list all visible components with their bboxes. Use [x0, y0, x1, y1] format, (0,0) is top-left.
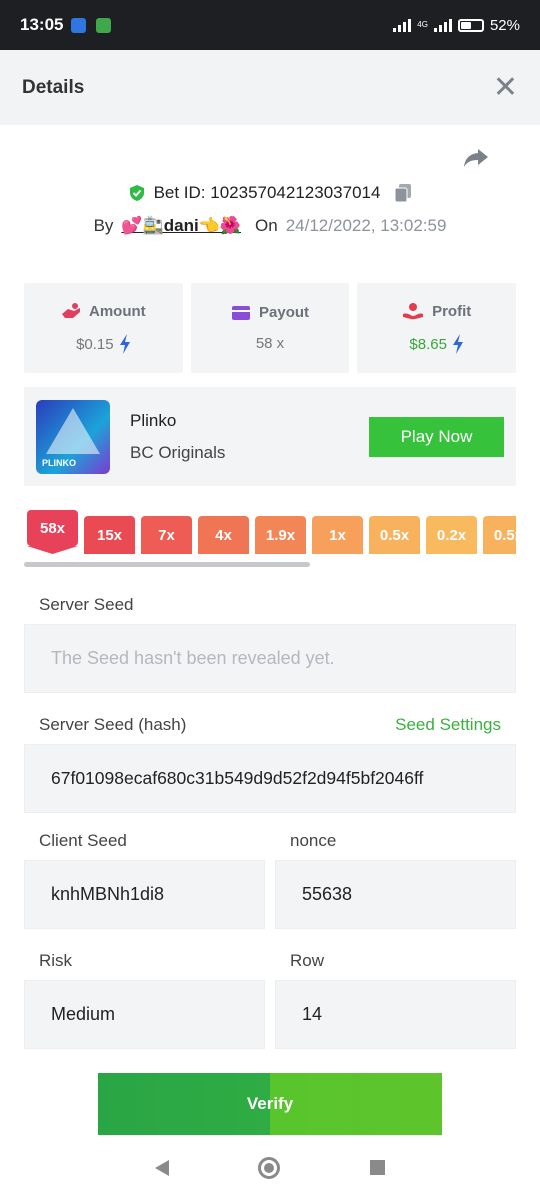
- multiplier-chip: 7x: [141, 516, 192, 554]
- message-notification-icon: [71, 17, 87, 33]
- bet-date: 24/12/2022, 13:02:59: [285, 216, 447, 235]
- bet-owner-row: By 💕🚉dani👈🌺 On 24/12/2022, 13:02:59: [0, 216, 540, 236]
- server-seed-hash-label: Server Seed (hash): [39, 715, 187, 734]
- multiplier-chip: 0.5x: [369, 516, 420, 554]
- payout-label: Payout: [259, 304, 310, 321]
- bet-details-content: Bet ID: 102357042123037014 By 💕🚉dani👈🌺 O…: [0, 125, 540, 1135]
- client-seed-label: Client Seed: [39, 831, 127, 850]
- battery-icon: [457, 18, 484, 32]
- row-label: Row: [290, 951, 325, 970]
- verified-shield-icon: [129, 185, 144, 201]
- wallet-icon: [232, 305, 250, 320]
- risk-label: Risk: [39, 951, 73, 970]
- server-seed-field: The Seed hasn't been revealed yet.: [24, 624, 516, 693]
- amount-label: Amount: [89, 302, 146, 320]
- row-field[interactable]: 14: [275, 980, 516, 1049]
- wifi-signal-icon: [393, 18, 412, 32]
- on-label: On: [255, 216, 278, 235]
- payout-card: Payout 58 x: [190, 283, 350, 373]
- payout-value: 58 x: [255, 335, 285, 352]
- nonce-field[interactable]: 55638: [275, 860, 516, 929]
- coin-hand-icon: [62, 303, 80, 318]
- battery-percent: 52%: [489, 16, 520, 34]
- bet-id: Bet ID: 102357042123037014: [153, 183, 381, 202]
- home-icon[interactable]: [258, 1156, 281, 1179]
- amount-value: $0.15: [76, 335, 114, 353]
- game-card: PLINKO Plinko BC Originals Play Now: [24, 387, 516, 486]
- server-seed-hash-field[interactable]: 67f01098ecaf680c31b549d9d52f2d94f5bf2046…: [24, 744, 516, 813]
- amount-card: Amount $0.15: [24, 283, 183, 373]
- lightning-icon: [452, 334, 463, 354]
- cellular-signal-icon: [433, 18, 452, 32]
- username-link[interactable]: 💕🚉dani👈🌺: [121, 216, 241, 236]
- client-seed-field[interactable]: knhMBNh1di8: [24, 860, 265, 929]
- play-now-button[interactable]: Play Now: [369, 416, 504, 457]
- horizontal-scrollbar[interactable]: [24, 562, 310, 567]
- bet-id-row: Bet ID: 102357042123037014: [0, 183, 540, 203]
- game-provider: BC Originals: [130, 442, 226, 462]
- network-type-label: 4G: [417, 20, 428, 29]
- game-name: Plinko: [130, 410, 177, 430]
- thumbnail-text: PLINKO: [42, 457, 77, 468]
- page-title: Details: [22, 76, 85, 98]
- lightning-icon: [119, 334, 130, 354]
- multiplier-strip[interactable]: 58x15x7x4x1.9x1x0.5x0.2x0.5x: [24, 510, 516, 556]
- profit-card: Profit $8.65: [357, 283, 517, 373]
- server-seed-label: Server Seed: [39, 595, 134, 614]
- plinko-thumbnail[interactable]: PLINKO: [36, 399, 110, 474]
- multiplier-chip: 1x: [312, 516, 363, 554]
- multiplier-chip: 4x: [198, 516, 249, 554]
- copy-icon[interactable]: [394, 183, 412, 203]
- verify-button[interactable]: Verify: [98, 1073, 442, 1135]
- risk-field[interactable]: Medium: [24, 980, 265, 1049]
- close-icon[interactable]: ✕: [493, 72, 518, 103]
- bet-stats: Amount $0.15 Payout 58 x Profit $8.65: [24, 283, 517, 373]
- seed-settings-link[interactable]: Seed Settings: [395, 715, 501, 735]
- by-label: By: [93, 216, 114, 235]
- multiplier-chip: 0.2x: [426, 516, 477, 554]
- share-icon[interactable]: [462, 147, 490, 169]
- nonce-label: nonce: [290, 831, 337, 850]
- profit-value: $8.65: [409, 335, 447, 353]
- profit-label: Profit: [432, 302, 472, 320]
- system-navigation-bar: [0, 1135, 540, 1200]
- multiplier-chip: 1.9x: [255, 516, 306, 554]
- details-header: Details ✕: [0, 50, 540, 125]
- multiplier-chip: 15x: [84, 516, 135, 554]
- multiplier-chip: 0.5x: [483, 516, 516, 554]
- app-notification-icon: [96, 17, 112, 33]
- recent-apps-icon[interactable]: [370, 1160, 386, 1175]
- multiplier-chip: 58x: [27, 510, 78, 546]
- status-bar: 13:05 4G 52%: [0, 0, 540, 50]
- profit-hand-icon: [403, 303, 424, 320]
- status-time: 13:05: [20, 15, 64, 34]
- back-icon[interactable]: [154, 1159, 169, 1176]
